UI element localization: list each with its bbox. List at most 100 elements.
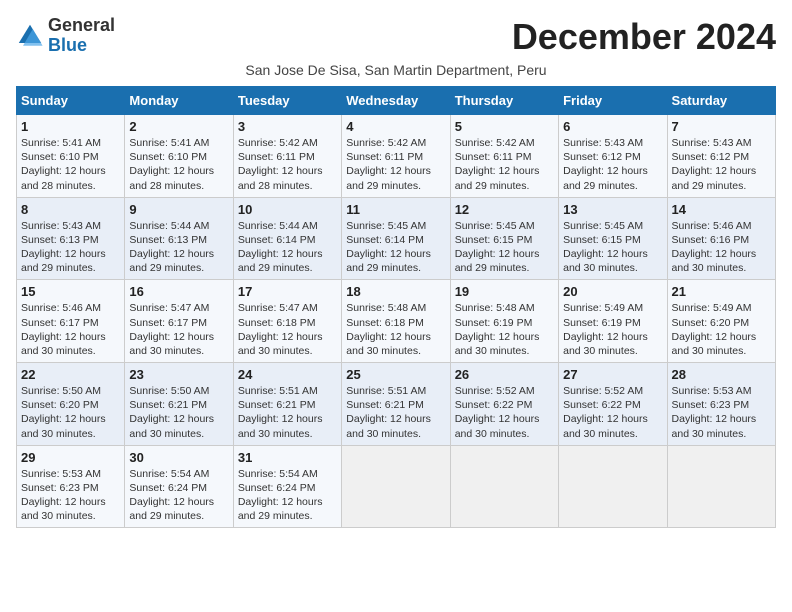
day-number: 3	[238, 119, 337, 134]
day-number: 31	[238, 450, 337, 465]
calendar-cell: 20Sunrise: 5:49 AMSunset: 6:19 PMDayligh…	[559, 280, 667, 363]
day-info: Sunrise: 5:45 AMSunset: 6:14 PMDaylight:…	[346, 219, 445, 276]
day-number: 13	[563, 202, 662, 217]
calendar-cell	[342, 445, 450, 528]
weekday-header-row: SundayMondayTuesdayWednesdayThursdayFrid…	[17, 87, 776, 115]
calendar-cell: 22Sunrise: 5:50 AMSunset: 6:20 PMDayligh…	[17, 363, 125, 446]
calendar-cell: 16 Sunrise: 5:47 AMSunset: 6:17 PMDayligh…	[125, 280, 233, 363]
day-info: Sunrise: 5:43 AMSunset: 6:13 PMDaylight:…	[21, 219, 120, 276]
calendar-cell: 23Sunrise: 5:50 AMSunset: 6:21 PMDayligh…	[125, 363, 233, 446]
weekday-header-friday: Friday	[559, 87, 667, 115]
calendar-cell	[559, 445, 667, 528]
weekday-header-tuesday: Tuesday	[233, 87, 341, 115]
day-number: 11	[346, 202, 445, 217]
day-number: 27	[563, 367, 662, 382]
day-info: Sunrise: 5:49 AMSunset: 6:20 PMDaylight:…	[672, 301, 771, 358]
day-number: 29	[21, 450, 120, 465]
day-number: 10	[238, 202, 337, 217]
calendar-cell: 14 Sunrise: 5:46 AMSunset: 6:16 PMDayligh…	[667, 197, 775, 280]
calendar-cell	[450, 445, 558, 528]
day-info: Sunrise: 5:45 AMSunset: 6:15 PMDaylight:…	[455, 219, 554, 276]
calendar-cell: 28 Sunrise: 5:53 AMSunset: 6:23 PMDayligh…	[667, 363, 775, 446]
day-number: 12	[455, 202, 554, 217]
weekday-header-monday: Monday	[125, 87, 233, 115]
calendar-cell: 6Sunrise: 5:43 AMSunset: 6:12 PMDaylight…	[559, 115, 667, 198]
day-info: Sunrise: 5:48 AMSunset: 6:18 PMDaylight:…	[346, 301, 445, 358]
day-number: 5	[455, 119, 554, 134]
calendar-cell: 26 Sunrise: 5:52 AMSunset: 6:22 PMDayligh…	[450, 363, 558, 446]
day-info: Sunrise: 5:54 AMSunset: 6:24 PMDaylight:…	[129, 467, 228, 524]
calendar-cell: 17 Sunrise: 5:47 AMSunset: 6:18 PMDayligh…	[233, 280, 341, 363]
weekday-header-saturday: Saturday	[667, 87, 775, 115]
day-number: 23	[129, 367, 228, 382]
day-number: 8	[21, 202, 120, 217]
weekday-header-thursday: Thursday	[450, 87, 558, 115]
calendar-cell: 29Sunrise: 5:53 AMSunset: 6:23 PMDayligh…	[17, 445, 125, 528]
day-info: Sunrise: 5:44 AMSunset: 6:14 PMDaylight:…	[238, 219, 337, 276]
calendar-cell: 11 Sunrise: 5:45 AMSunset: 6:14 PMDayligh…	[342, 197, 450, 280]
day-number: 24	[238, 367, 337, 382]
day-info: Sunrise: 5:43 AMSunset: 6:12 PMDaylight:…	[563, 136, 662, 193]
day-number: 4	[346, 119, 445, 134]
day-info: Sunrise: 5:41 AMSunset: 6:10 PMDaylight:…	[21, 136, 120, 193]
calendar-cell: 18 Sunrise: 5:48 AMSunset: 6:18 PMDayligh…	[342, 280, 450, 363]
calendar-cell: 4 Sunrise: 5:42 AMSunset: 6:11 PMDaylight…	[342, 115, 450, 198]
page-header: General Blue December 2024	[16, 16, 776, 58]
calendar-week-3: 15Sunrise: 5:46 AMSunset: 6:17 PMDayligh…	[17, 280, 776, 363]
day-info: Sunrise: 5:42 AMSunset: 6:11 PMDaylight:…	[346, 136, 445, 193]
calendar-cell: 19Sunrise: 5:48 AMSunset: 6:19 PMDayligh…	[450, 280, 558, 363]
day-number: 30	[129, 450, 228, 465]
calendar-cell: 10 Sunrise: 5:44 AMSunset: 6:14 PMDayligh…	[233, 197, 341, 280]
calendar-cell: 24 Sunrise: 5:51 AMSunset: 6:21 PMDayligh…	[233, 363, 341, 446]
calendar-week-5: 29Sunrise: 5:53 AMSunset: 6:23 PMDayligh…	[17, 445, 776, 528]
day-info: Sunrise: 5:52 AMSunset: 6:22 PMDaylight:…	[455, 384, 554, 441]
day-number: 14	[672, 202, 771, 217]
day-number: 26	[455, 367, 554, 382]
calendar-cell: 12 Sunrise: 5:45 AMSunset: 6:15 PMDayligh…	[450, 197, 558, 280]
day-info: Sunrise: 5:54 AMSunset: 6:24 PMDaylight:…	[238, 467, 337, 524]
calendar-week-4: 22Sunrise: 5:50 AMSunset: 6:20 PMDayligh…	[17, 363, 776, 446]
day-number: 17	[238, 284, 337, 299]
calendar-cell: 5 Sunrise: 5:42 AMSunset: 6:11 PMDaylight…	[450, 115, 558, 198]
calendar-cell: 31 Sunrise: 5:54 AMSunset: 6:24 PMDayligh…	[233, 445, 341, 528]
calendar-cell: 1 Sunrise: 5:41 AMSunset: 6:10 PMDaylight…	[17, 115, 125, 198]
day-number: 16	[129, 284, 228, 299]
day-info: Sunrise: 5:51 AMSunset: 6:21 PMDaylight:…	[346, 384, 445, 441]
calendar-table: SundayMondayTuesdayWednesdayThursdayFrid…	[16, 86, 776, 528]
calendar-cell: 7Sunrise: 5:43 AMSunset: 6:12 PMDaylight…	[667, 115, 775, 198]
day-info: Sunrise: 5:44 AMSunset: 6:13 PMDaylight:…	[129, 219, 228, 276]
day-number: 25	[346, 367, 445, 382]
calendar-week-2: 8 Sunrise: 5:43 AMSunset: 6:13 PMDaylight…	[17, 197, 776, 280]
calendar-cell: 30 Sunrise: 5:54 AMSunset: 6:24 PMDayligh…	[125, 445, 233, 528]
day-number: 19	[455, 284, 554, 299]
day-info: Sunrise: 5:46 AMSunset: 6:16 PMDaylight:…	[672, 219, 771, 276]
day-info: Sunrise: 5:47 AMSunset: 6:17 PMDaylight:…	[129, 301, 228, 358]
calendar-cell: 25 Sunrise: 5:51 AMSunset: 6:21 PMDayligh…	[342, 363, 450, 446]
month-title: December 2024	[512, 16, 776, 58]
calendar-cell: 8 Sunrise: 5:43 AMSunset: 6:13 PMDaylight…	[17, 197, 125, 280]
calendar-body: 1 Sunrise: 5:41 AMSunset: 6:10 PMDaylight…	[17, 115, 776, 528]
day-number: 28	[672, 367, 771, 382]
calendar-cell: 21 Sunrise: 5:49 AMSunset: 6:20 PMDayligh…	[667, 280, 775, 363]
subtitle: San Jose De Sisa, San Martin Department,…	[16, 62, 776, 78]
calendar-week-1: 1 Sunrise: 5:41 AMSunset: 6:10 PMDaylight…	[17, 115, 776, 198]
day-info: Sunrise: 5:41 AMSunset: 6:10 PMDaylight:…	[129, 136, 228, 193]
day-number: 22	[21, 367, 120, 382]
day-number: 9	[129, 202, 228, 217]
logo: General Blue	[16, 16, 115, 56]
calendar-cell	[667, 445, 775, 528]
day-info: Sunrise: 5:53 AMSunset: 6:23 PMDaylight:…	[672, 384, 771, 441]
day-number: 7	[672, 119, 771, 134]
day-info: Sunrise: 5:51 AMSunset: 6:21 PMDaylight:…	[238, 384, 337, 441]
day-info: Sunrise: 5:42 AMSunset: 6:11 PMDaylight:…	[455, 136, 554, 193]
day-number: 18	[346, 284, 445, 299]
day-info: Sunrise: 5:47 AMSunset: 6:18 PMDaylight:…	[238, 301, 337, 358]
day-number: 1	[21, 119, 120, 134]
day-info: Sunrise: 5:52 AMSunset: 6:22 PMDaylight:…	[563, 384, 662, 441]
calendar-cell: 2Sunrise: 5:41 AMSunset: 6:10 PMDaylight…	[125, 115, 233, 198]
calendar-cell: 27 Sunrise: 5:52 AMSunset: 6:22 PMDayligh…	[559, 363, 667, 446]
day-number: 21	[672, 284, 771, 299]
calendar-header: SundayMondayTuesdayWednesdayThursdayFrid…	[17, 87, 776, 115]
logo-icon	[16, 22, 44, 50]
day-info: Sunrise: 5:42 AMSunset: 6:11 PMDaylight:…	[238, 136, 337, 193]
